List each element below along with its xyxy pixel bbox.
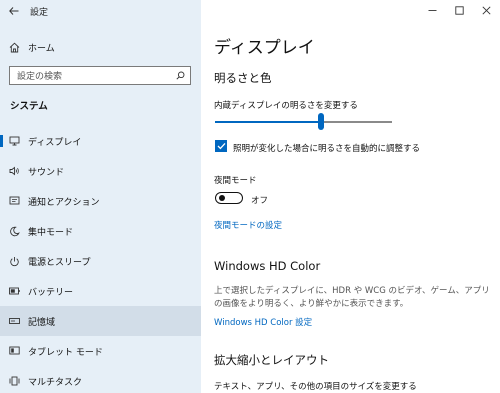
active-indicator bbox=[0, 135, 3, 147]
night-mode-toggle[interactable] bbox=[215, 192, 243, 204]
sidebar-item-battery[interactable]: バッテリー bbox=[0, 276, 201, 306]
sidebar-item-label: バッテリー bbox=[28, 287, 74, 298]
toggle-knob bbox=[219, 195, 225, 201]
auto-brightness-label: 照明が変化した場合に明るさを自動的に調整する bbox=[233, 144, 421, 154]
hdr-heading: Windows HD Color bbox=[214, 259, 321, 273]
page-title: ディスプレイ bbox=[214, 38, 315, 58]
sidebar-item-label: マルチタスク bbox=[28, 377, 83, 388]
sidebar-item-label: タブレット モード bbox=[28, 347, 103, 358]
storage-icon bbox=[0, 318, 28, 324]
moon-icon bbox=[0, 226, 28, 237]
speaker-icon bbox=[0, 166, 28, 176]
home-nav-item[interactable]: ホーム bbox=[0, 36, 201, 58]
hdr-description: 上で選択したディスプレイに、HDR や WCG のビデオ、ゲーム、アプリの画像を… bbox=[214, 286, 490, 309]
display-icon bbox=[0, 136, 28, 146]
minimize-icon bbox=[428, 9, 437, 11]
sidebar-item-storage[interactable]: 記憶域 bbox=[0, 306, 201, 336]
brightness-heading: 明るさと色 bbox=[214, 71, 272, 85]
sidebar-item-tablet[interactable]: タブレット モード bbox=[0, 336, 201, 366]
sidebar-item-label: 集中モード bbox=[28, 227, 74, 238]
main-panel: ディスプレイ 明るさと色 内蔵ディスプレイの明るさを変更する 照明が変化した場合… bbox=[201, 0, 500, 393]
tablet-icon bbox=[0, 346, 28, 356]
night-mode-label: 夜間モード bbox=[214, 176, 257, 186]
sidebar-item-display[interactable]: ディスプレイ bbox=[0, 126, 201, 156]
night-mode-state: オフ bbox=[251, 196, 269, 206]
window-title: 設定 bbox=[30, 7, 49, 18]
sidebar-item-multitasking[interactable]: マルチタスク bbox=[0, 366, 201, 393]
brightness-slider[interactable] bbox=[215, 113, 392, 130]
brightness-label: 内蔵ディスプレイの明るさを変更する bbox=[214, 101, 358, 111]
close-icon bbox=[482, 5, 491, 15]
title-bar: 設定 bbox=[0, 0, 201, 22]
auto-brightness-checkbox[interactable] bbox=[215, 140, 227, 152]
sidebar-item-label: ディスプレイ bbox=[28, 137, 82, 148]
checkmark-icon bbox=[217, 142, 225, 150]
sidebar-item-notifications[interactable]: 通知とアクション bbox=[0, 186, 201, 216]
notification-icon bbox=[0, 196, 28, 206]
sidebar-item-label: 電源とスリープ bbox=[28, 257, 91, 268]
sidebar-item-focus[interactable]: 集中モード bbox=[0, 216, 201, 246]
section-heading: システム bbox=[10, 101, 48, 112]
maximize-button[interactable] bbox=[446, 0, 473, 20]
minimize-button[interactable] bbox=[419, 0, 446, 20]
slider-fill bbox=[215, 121, 322, 123]
power-icon bbox=[0, 256, 28, 267]
maximize-icon bbox=[455, 5, 464, 15]
sidebar: 設定 ホーム 設定の検索 システム ディスプレイ サウンド 通知とアクション 集… bbox=[0, 0, 201, 393]
night-mode-settings-link[interactable]: 夜間モードの設定 bbox=[214, 219, 282, 231]
search-placeholder: 設定の検索 bbox=[17, 72, 63, 82]
sidebar-item-label: 通知とアクション bbox=[28, 197, 100, 208]
slider-thumb[interactable] bbox=[318, 113, 325, 130]
search-input[interactable]: 設定の検索 bbox=[9, 66, 191, 85]
multitask-icon bbox=[0, 376, 28, 386]
sidebar-item-sound[interactable]: サウンド bbox=[0, 156, 201, 186]
home-label: ホーム bbox=[28, 43, 55, 54]
search-icon[interactable] bbox=[170, 71, 190, 80]
close-button[interactable] bbox=[473, 0, 500, 20]
window-controls bbox=[419, 0, 500, 20]
sidebar-item-label: サウンド bbox=[28, 167, 65, 178]
battery-icon bbox=[0, 287, 28, 295]
scale-label: テキスト、アプリ、その他の項目のサイズを変更する bbox=[214, 382, 417, 392]
scale-heading: 拡大縮小とレイアウト bbox=[214, 353, 329, 367]
sidebar-item-label: 記憶域 bbox=[28, 317, 56, 328]
sidebar-item-power[interactable]: 電源とスリープ bbox=[0, 246, 201, 276]
hdr-settings-link[interactable]: Windows HD Color 設定 bbox=[214, 316, 312, 328]
back-button[interactable] bbox=[0, 0, 28, 22]
home-icon bbox=[0, 42, 28, 53]
back-arrow-icon bbox=[9, 7, 19, 15]
